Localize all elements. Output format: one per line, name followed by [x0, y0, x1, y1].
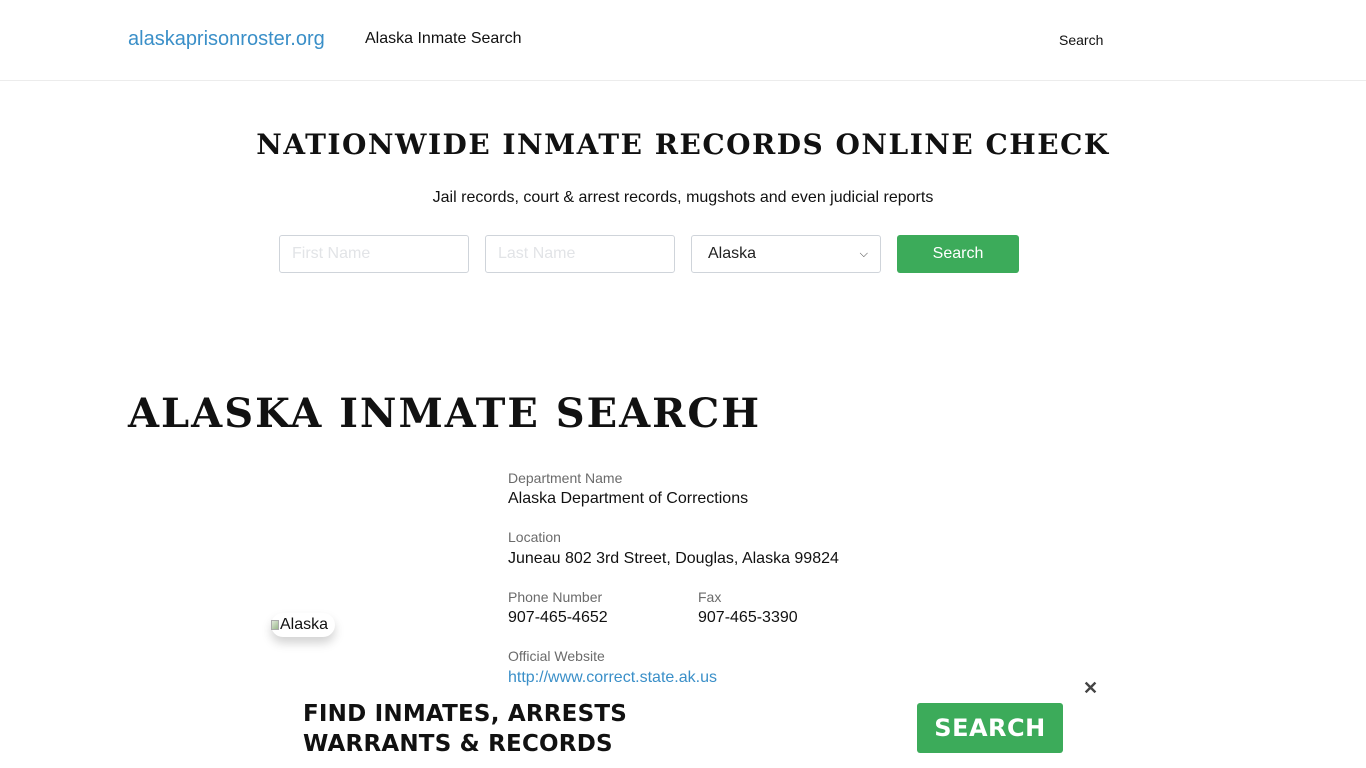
- location-label: Location: [508, 529, 561, 545]
- phone-label: Phone Number: [508, 589, 603, 605]
- search-button[interactable]: Search: [897, 235, 1019, 273]
- state-select-value: Alaska: [708, 245, 757, 262]
- page-title: ALASKA INMATE SEARCH: [128, 390, 762, 437]
- site-logo-link[interactable]: alaskaprisonroster.org: [128, 28, 325, 51]
- ad-search-button[interactable]: SEARCH: [917, 703, 1063, 753]
- ad-headline-line2: WARRANTS & RECORDS: [303, 731, 613, 757]
- state-select[interactable]: Alaska ⌵: [691, 235, 881, 273]
- phone-value: 907-465-4652: [508, 609, 608, 626]
- hero-subtitle: Jail records, court & arrest records, mu…: [432, 189, 934, 206]
- first-name-input[interactable]: [279, 235, 469, 273]
- nav-alaska-inmate-search[interactable]: Alaska Inmate Search: [365, 30, 522, 48]
- hero-title: NATIONWIDE INMATE RECORDS ONLINE CHECK: [256, 128, 1110, 161]
- nav-search-link[interactable]: Search: [1059, 32, 1103, 48]
- department-label: Department Name: [508, 470, 623, 486]
- state-image: Alaska: [271, 613, 335, 637]
- last-name-input[interactable]: [485, 235, 675, 273]
- ad-headline-line1: FIND INMATES, ARRESTS: [303, 701, 627, 727]
- department-value: Alaska Department of Corrections: [508, 490, 749, 507]
- official-website-link[interactable]: http://www.correct.state.ak.us: [508, 669, 717, 687]
- state-image-alt: Alaska: [280, 616, 329, 633]
- broken-image-icon: [271, 620, 279, 630]
- website-label: Official Website: [508, 648, 605, 664]
- close-icon[interactable]: ✕: [1083, 678, 1098, 699]
- ad-banner: [0, 692, 1366, 768]
- fax-value: 907-465-3390: [698, 609, 798, 626]
- top-navbar: alaskaprisonroster.org Alaska Inmate Sea…: [0, 0, 1366, 81]
- chevron-down-icon: ⌵: [859, 247, 868, 260]
- location-value: Juneau 802 3rd Street, Douglas, Alaska 9…: [508, 550, 839, 567]
- fax-label: Fax: [698, 589, 722, 605]
